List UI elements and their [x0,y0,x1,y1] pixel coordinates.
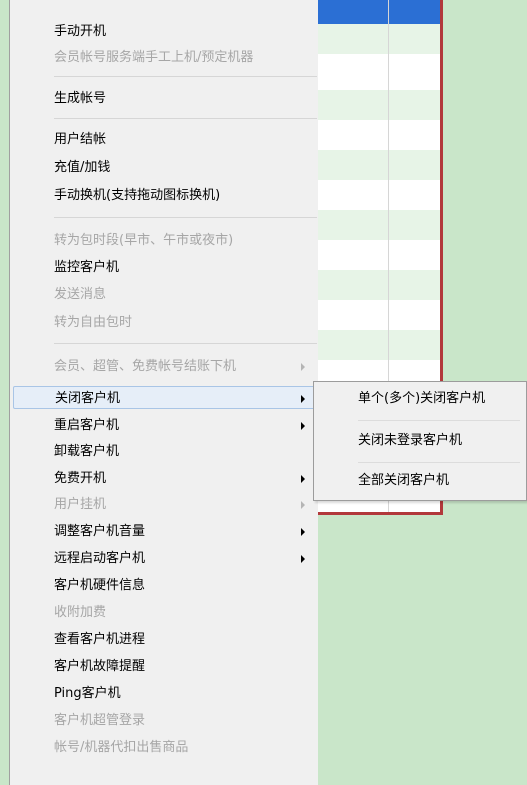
menu-item-label: 卸载客户机 [54,444,120,459]
submenu-arrow-icon [301,501,305,509]
menu-item-label: 会员帐号服务端手工上机/预定机器 [54,50,254,65]
menu-item-free-package[interactable]: 转为自由包时 [10,311,319,334]
submenu-item-label: 全部关闭客户机 [358,473,450,488]
menu-item-convert-time-package[interactable]: 转为包时段(早市、午市或夜市) [10,229,319,252]
shutdown-submenu: 单个(多个)关闭客户机 关闭未登录客户机 全部关闭客户机 [313,381,527,501]
menu-separator [54,217,317,218]
submenu-item-shutdown-unlogged[interactable]: 关闭未登录客户机 [314,424,526,458]
menu-item-uninstall-client[interactable]: 卸载客户机 [10,440,319,463]
context-menu: 手动开机 会员帐号服务端手工上机/预定机器 生成帐号 用户结帐 充值/加钱 手动… [9,0,318,785]
submenu-separator [358,462,520,463]
menu-item-label: 充值/加钱 [54,160,111,175]
menu-item-label: 用户挂机 [54,497,107,512]
menu-item-ping-client[interactable]: Ping客户机 [10,682,319,705]
submenu-separator [358,420,520,421]
menu-item-user-hang[interactable]: 用户挂机 [10,493,319,516]
selected-grid-row [318,0,440,24]
grid-row [318,90,440,120]
menu-item-recharge[interactable]: 充值/加钱 [10,156,319,179]
menu-item-manual-switch-machine[interactable]: 手动换机(支持拖动图标换机) [10,184,319,207]
menu-item-sell-goods[interactable]: 帐号/机器代扣出售商品 [10,736,319,759]
menu-item-label: 远程启动客户机 [54,551,146,566]
menu-item-monitor-client[interactable]: 监控客户机 [10,256,319,279]
menu-item-label: 生成帐号 [54,91,107,106]
grid-row [318,330,440,360]
menu-item-generate-account[interactable]: 生成帐号 [10,87,319,110]
menu-item-free-start[interactable]: 免费开机 [10,467,319,490]
menu-item-send-message[interactable]: 发送消息 [10,283,319,306]
menu-item-label: 客户机硬件信息 [54,578,146,593]
menu-item-label: 发送消息 [54,287,107,302]
submenu-arrow-icon [301,528,305,536]
menu-item-label: 客户机超管登录 [54,713,146,728]
menu-separator [54,118,317,119]
menu-item-label: Ping客户机 [54,686,121,701]
submenu-arrow-icon [301,422,305,430]
submenu-arrow-icon [301,475,305,483]
submenu-item-label: 单个(多个)关闭客户机 [358,391,486,406]
submenu-item-shutdown-selected[interactable]: 单个(多个)关闭客户机 [314,382,526,416]
menu-item-label: 免费开机 [54,471,107,486]
menu-item-adjust-volume[interactable]: 调整客户机音量 [10,520,319,543]
menu-item-restart-client[interactable]: 重启客户机 [10,414,319,437]
submenu-item-shutdown-all[interactable]: 全部关闭客户机 [314,464,526,498]
menu-item-label: 重启客户机 [54,418,120,433]
menu-item-label: 查看客户机进程 [54,632,146,647]
menu-item-remote-start[interactable]: 远程启动客户机 [10,547,319,570]
menu-item-member-checkout[interactable]: 会员、超管、免费帐号结账下机 [10,355,319,378]
menu-item-manual-start[interactable]: 手动开机 [10,20,319,43]
menu-item-extra-fee[interactable]: 收附加费 [10,601,319,624]
submenu-item-label: 关闭未登录客户机 [358,433,463,448]
menu-item-fault-reminder[interactable]: 客户机故障提醒 [10,655,319,678]
menu-separator [54,76,317,77]
menu-item-label: 手动开机 [54,24,107,39]
grid-row [318,270,440,300]
grid-row [318,150,440,180]
menu-item-label: 用户结帐 [54,132,107,147]
menu-item-label: 手动换机(支持拖动图标换机) [54,188,221,203]
menu-item-label: 转为包时段(早市、午市或夜市) [54,233,234,248]
submenu-arrow-icon [301,363,305,371]
menu-item-user-checkout[interactable]: 用户结帐 [10,128,319,151]
grid-row [318,24,440,54]
menu-item-label: 帐号/机器代扣出售商品 [54,740,189,755]
menu-item-label: 转为自由包时 [54,315,133,330]
menu-separator [54,343,317,344]
menu-item-view-processes[interactable]: 查看客户机进程 [10,628,319,651]
menu-item-member-manual-login[interactable]: 会员帐号服务端手工上机/预定机器 [10,46,319,69]
menu-item-admin-login[interactable]: 客户机超管登录 [10,709,319,732]
menu-item-label: 关闭客户机 [55,391,121,406]
menu-item-label: 调整客户机音量 [54,524,146,539]
menu-item-label: 监控客户机 [54,260,120,275]
grid-row [318,210,440,240]
menu-item-label: 会员、超管、免费帐号结账下机 [54,359,237,374]
menu-item-shutdown-client[interactable]: 关闭客户机 [13,386,317,409]
menu-item-label: 客户机故障提醒 [54,659,146,674]
menu-item-label: 收附加费 [54,605,107,620]
submenu-arrow-icon [301,395,305,403]
submenu-arrow-icon [301,555,305,563]
menu-item-hardware-info[interactable]: 客户机硬件信息 [10,574,319,597]
